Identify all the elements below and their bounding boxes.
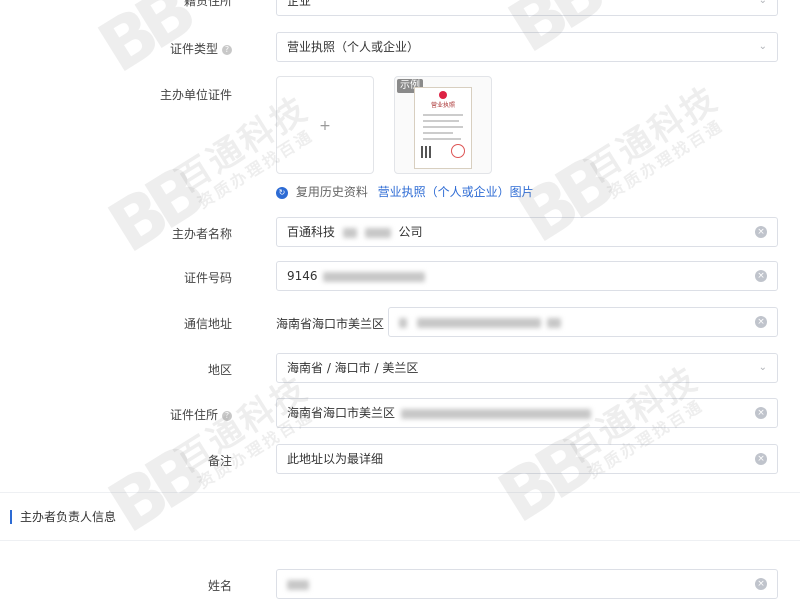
- form-row-cert-type: 证件类型? 营业执照（个人或企业） ⌄: [0, 32, 800, 62]
- license-line: [423, 114, 463, 116]
- watermark-logo: BB: [94, 153, 212, 269]
- chevron-down-icon: ⌄: [758, 362, 767, 373]
- cert-number-prefix: 9146: [287, 269, 318, 283]
- close-circle-icon[interactable]: ×: [755, 316, 767, 328]
- mail-address-prefix: 海南省海口市美兰区: [276, 317, 385, 331]
- redacted-text: [287, 579, 309, 590]
- redacted-text: [323, 271, 426, 282]
- watermark: BB 百通科技 资质办理找百通: [484, 359, 707, 539]
- form-row-cert-address: 证件住所? 海南省海口市美兰区 ×: [0, 398, 800, 428]
- qr-code-icon: [421, 146, 433, 158]
- top-select-value: 企业: [287, 0, 312, 8]
- cert-type-select-value: 营业执照（个人或企业）: [287, 40, 420, 54]
- close-circle-icon[interactable]: ×: [755, 578, 767, 590]
- cert-address-label: 证件住所?: [170, 406, 232, 423]
- history-link[interactable]: 营业执照（个人或企业）图片: [378, 185, 534, 199]
- org-cert-label: 主办单位证件: [159, 88, 232, 102]
- redacted-text: [416, 317, 541, 328]
- form-row-mail-address: 通信地址 海南省海口市美兰区 ×: [0, 307, 800, 337]
- chevron-down-icon: ⌄: [758, 0, 767, 6]
- close-circle-icon[interactable]: ×: [755, 270, 767, 282]
- sponsor-name-prefix: 百通科技: [287, 225, 336, 239]
- license-line: [423, 138, 461, 140]
- section-divider: [0, 540, 800, 541]
- cert-address-label-text: 证件住所: [169, 408, 218, 422]
- mail-address-input[interactable]: ×: [388, 307, 778, 337]
- cert-type-label: 证件类型?: [170, 40, 232, 57]
- plus-icon: +: [319, 118, 331, 134]
- watermark-sub: 资质办理找百通: [604, 115, 728, 203]
- question-circle-icon[interactable]: ?: [222, 410, 232, 421]
- top-select[interactable]: 企业 ⌄: [276, 0, 778, 16]
- license-title: 营业执照: [430, 102, 455, 109]
- watermark-main: 百通科技: [579, 78, 726, 191]
- license-thumbnail: 营业执照: [414, 87, 472, 169]
- license-line: [423, 126, 463, 128]
- form-row-cert-number: 证件号码 9146 ×: [0, 261, 800, 291]
- chevron-down-icon: ⌄: [758, 41, 767, 52]
- redacted-text: [399, 317, 407, 328]
- watermark-logo: BB: [484, 423, 602, 539]
- history-row: ↻ 复用历史资料 营业执照（个人或企业）图片: [276, 183, 534, 200]
- remark-value: 此地址以为最详细: [287, 452, 384, 466]
- field-label-top: 籍贯住所: [183, 0, 232, 8]
- redacted-text: [364, 227, 391, 238]
- cert-type-select[interactable]: 营业执照（个人或企业） ⌄: [276, 32, 778, 62]
- person-name-label: 姓名: [207, 579, 232, 593]
- stamp-icon: [451, 144, 465, 158]
- form-row-sponsor-name: 主办者名称 百通科技 公司 ×: [0, 217, 800, 247]
- cert-address-input[interactable]: 海南省海口市美兰区 ×: [276, 398, 778, 428]
- cert-number-label: 证件号码: [183, 271, 232, 285]
- refresh-icon: ↻: [276, 186, 288, 199]
- cert-number-input[interactable]: 9146 ×: [276, 261, 778, 291]
- close-circle-icon[interactable]: ×: [755, 226, 767, 238]
- person-name-input[interactable]: ×: [276, 569, 778, 599]
- remark-label: 备注: [207, 454, 232, 468]
- form-row-region: 地区 海南省 / 海口市 / 美兰区 ⌄: [0, 353, 800, 383]
- license-line: [423, 132, 453, 134]
- sample-image[interactable]: 示例 营业执照: [394, 76, 492, 174]
- remark-input[interactable]: 此地址以为最详细 ×: [276, 444, 778, 474]
- upload-box[interactable]: +: [276, 76, 374, 174]
- redacted-text: [342, 227, 357, 238]
- question-circle-icon[interactable]: ?: [222, 44, 232, 55]
- history-text[interactable]: 复用历史资料: [296, 185, 368, 199]
- redacted-text: [400, 408, 591, 419]
- seal-icon: [439, 91, 447, 99]
- cert-type-label-text: 证件类型: [169, 42, 218, 56]
- form-row-top: 籍贯住所 企业 ⌄: [0, 0, 800, 16]
- form-row-remark: 备注 此地址以为最详细 ×: [0, 444, 800, 474]
- form-row-person-name: 姓名 ×: [0, 569, 800, 599]
- close-circle-icon[interactable]: ×: [755, 407, 767, 419]
- section-title: 主办者负责人信息: [10, 510, 116, 524]
- sponsor-name-label: 主办者名称: [171, 227, 232, 241]
- close-circle-icon[interactable]: ×: [755, 453, 767, 465]
- sponsor-name-suffix: 公司: [398, 225, 423, 239]
- region-select[interactable]: 海南省 / 海口市 / 美兰区 ⌄: [276, 353, 778, 383]
- region-select-value: 海南省 / 海口市 / 美兰区: [287, 361, 419, 375]
- region-label: 地区: [207, 363, 232, 377]
- sponsor-name-input[interactable]: 百通科技 公司 ×: [276, 217, 778, 247]
- section-divider: [0, 492, 800, 493]
- cert-address-prefix: 海南省海口市美兰区: [287, 406, 396, 420]
- mail-address-label: 通信地址: [183, 317, 232, 331]
- watermark: BB 百通科技 资质办理找百通: [94, 89, 317, 269]
- license-line: [423, 120, 459, 122]
- redacted-text: [546, 317, 561, 328]
